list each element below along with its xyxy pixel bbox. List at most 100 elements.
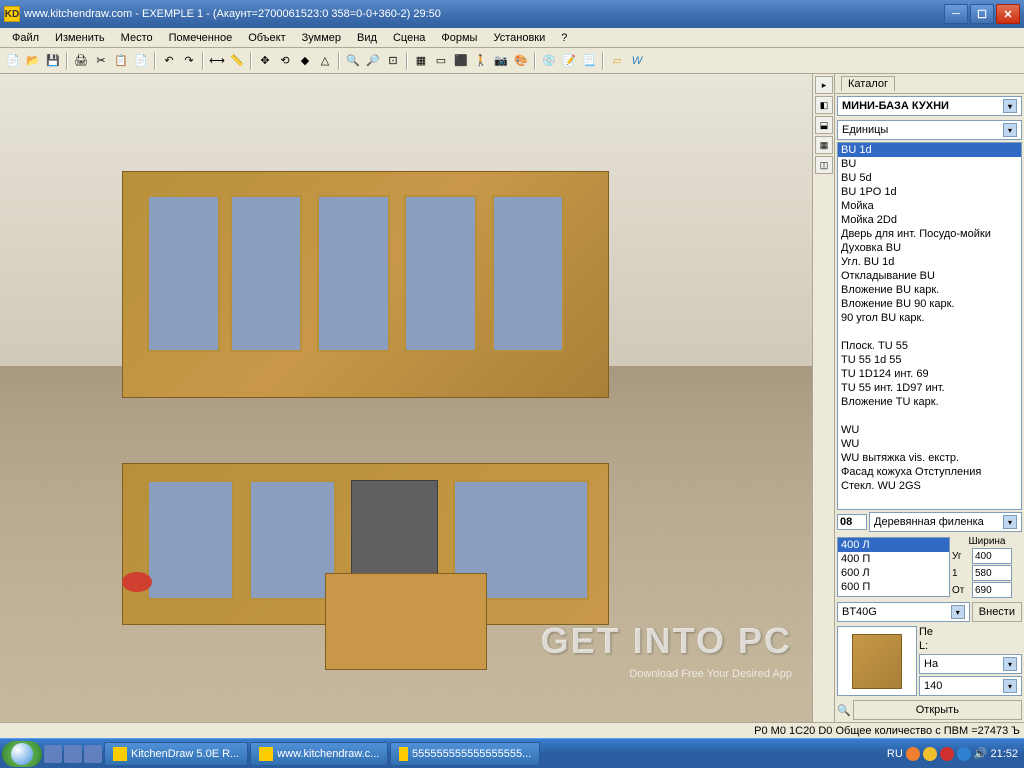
list-icon[interactable]: 📝 (560, 52, 578, 70)
angle-icon[interactable]: △ (316, 52, 334, 70)
ot-input[interactable] (972, 582, 1012, 598)
menu-item[interactable]: Файл (4, 30, 47, 46)
redo-icon[interactable]: ↷ (180, 52, 198, 70)
na-combo[interactable]: На▾ (919, 654, 1022, 674)
view-3d-icon[interactable]: ⬛ (452, 52, 470, 70)
zoom-in-icon[interactable]: 🔍 (344, 52, 362, 70)
list-item[interactable]: BU (838, 157, 1021, 171)
menu-item[interactable]: Объект (240, 30, 293, 46)
menu-item[interactable]: Формы (433, 30, 485, 46)
dimension-icon[interactable]: ⟷ (208, 52, 226, 70)
finish-combo[interactable]: Деревянная филенка▾ (869, 512, 1022, 532)
camera-icon[interactable]: 📷 (492, 52, 510, 70)
volume-icon[interactable]: 🔊 (974, 747, 988, 760)
expand-icon[interactable]: ▸ (815, 76, 833, 94)
list-item[interactable]: Мойка (838, 199, 1021, 213)
list-item[interactable]: WU (838, 423, 1021, 437)
list-item[interactable]: 600 Л (838, 566, 949, 580)
menu-item[interactable]: Изменить (47, 30, 113, 46)
list-item[interactable] (838, 409, 1021, 423)
walk-icon[interactable]: 🚶 (472, 52, 490, 70)
list-item[interactable]: Фасад кожуха Отступления (838, 465, 1021, 479)
list-item[interactable]: BU 1d (838, 143, 1021, 157)
tool-c-icon[interactable]: ▦ (815, 136, 833, 154)
copy-icon[interactable]: 📋 (112, 52, 130, 70)
list-item[interactable]: 90 угол BU карк. (838, 311, 1021, 325)
move-icon[interactable]: ✥ (256, 52, 274, 70)
menu-item[interactable]: Место (113, 30, 161, 46)
list-item[interactable]: Духовка BU (838, 241, 1021, 255)
val-combo[interactable]: 140▾ (919, 676, 1022, 696)
zoom-out-icon[interactable]: 🔎 (364, 52, 382, 70)
view-top-icon[interactable]: ▦ (412, 52, 430, 70)
catalog-item-list[interactable]: BU 1dBUBU 5dBU 1PO 1dМойкаМойка 2DdДверь… (837, 142, 1022, 510)
insert-button[interactable]: Внести (972, 602, 1022, 622)
menu-item[interactable]: Зуммер (294, 30, 349, 46)
export-icon[interactable]: 💿 (540, 52, 558, 70)
list-item[interactable]: Угл. BU 1d (838, 255, 1021, 269)
tool-a-icon[interactable]: ◧ (815, 96, 833, 114)
list-item[interactable]: 400 Л (838, 538, 949, 552)
list-item[interactable]: BU 5d (838, 171, 1021, 185)
list-item[interactable]: BU 1PO 1d (838, 185, 1021, 199)
cut-icon[interactable]: ✂ (92, 52, 110, 70)
taskbar-button[interactable]: 555555555555555555... (390, 742, 540, 766)
maximize-button[interactable]: ☐ (970, 4, 994, 24)
taskbar-button[interactable]: www.kitchendraw.c... (250, 742, 388, 766)
menu-item[interactable]: Установки (485, 30, 553, 46)
tray-icon[interactable] (940, 747, 954, 761)
catalog-tab[interactable]: Каталог (835, 74, 1024, 94)
quicklaunch-icon[interactable] (44, 745, 62, 763)
catalog-units-combo[interactable]: Единицы▾ (837, 120, 1022, 140)
list-item[interactable]: Откладывание BU (838, 269, 1021, 283)
start-button[interactable] (2, 741, 42, 767)
quicklaunch-icon[interactable] (64, 745, 82, 763)
render-icon[interactable]: 🎨 (512, 52, 530, 70)
clock[interactable]: 21:52 (990, 748, 1018, 760)
menu-item[interactable]: ? (553, 30, 575, 46)
code-field[interactable]: 08 (837, 514, 867, 530)
list-item[interactable]: TU 1D124 инт. 69 (838, 367, 1021, 381)
catalog-base-combo[interactable]: МИНИ-БАЗА КУХНИ▾ (837, 96, 1022, 116)
rotate-icon[interactable]: ⟲ (276, 52, 294, 70)
print-icon[interactable]: 🖨 (72, 52, 90, 70)
list-item[interactable]: Дверь для инт. Посудо-мойки (838, 227, 1021, 241)
lang-indicator[interactable]: RU (887, 748, 903, 760)
menu-item[interactable]: Сцена (385, 30, 433, 46)
list-item[interactable] (838, 325, 1021, 339)
list-item[interactable]: Стекл. WU 2GS (838, 479, 1021, 493)
open-button[interactable]: Открыть (853, 700, 1022, 720)
list-item[interactable]: Вложение BU карк. (838, 283, 1021, 297)
tool-d-icon[interactable]: ◫ (815, 156, 833, 174)
list-item[interactable]: Вложение TU карк. (838, 395, 1021, 409)
menu-item[interactable]: Помеченное (161, 30, 241, 46)
list-item[interactable]: 400 П (838, 552, 949, 566)
tray-icon[interactable] (923, 747, 937, 761)
open-icon[interactable]: 📂 (24, 52, 42, 70)
doc-icon[interactable]: 📃 (580, 52, 598, 70)
color-icon[interactable]: ▱ (608, 52, 626, 70)
list-item[interactable]: TU 55 инт. 1D97 инт. (838, 381, 1021, 395)
ruler-icon[interactable]: 📏 (228, 52, 246, 70)
list-item[interactable]: Плоск. TU 55 (838, 339, 1021, 353)
zoom-fit-icon[interactable]: ⊡ (384, 52, 402, 70)
view-front-icon[interactable]: ▭ (432, 52, 450, 70)
zoom-small-icon[interactable]: 🔍 (837, 704, 851, 717)
tray-icon[interactable] (957, 747, 971, 761)
model-combo[interactable]: BT40G▾ (837, 602, 970, 622)
save-icon[interactable]: 💾 (44, 52, 62, 70)
list-item[interactable]: TU 55 1d 55 (838, 353, 1021, 367)
tool-b-icon[interactable]: ⬓ (815, 116, 833, 134)
tray-icon[interactable] (906, 747, 920, 761)
list-item[interactable]: WU (838, 437, 1021, 451)
new-icon[interactable]: 📄 (4, 52, 22, 70)
menu-item[interactable]: Вид (349, 30, 385, 46)
minimize-button[interactable]: ─ (944, 4, 968, 24)
snap-icon[interactable]: ◆ (296, 52, 314, 70)
undo-icon[interactable]: ↶ (160, 52, 178, 70)
size-list[interactable]: 400 Л400 П600 Л600 П (837, 537, 950, 597)
list-item[interactable]: 600 П (838, 580, 949, 594)
list-item[interactable]: Вложение BU 90 карк. (838, 297, 1021, 311)
paste-icon[interactable]: 📄 (132, 52, 150, 70)
ug-input[interactable] (972, 548, 1012, 564)
